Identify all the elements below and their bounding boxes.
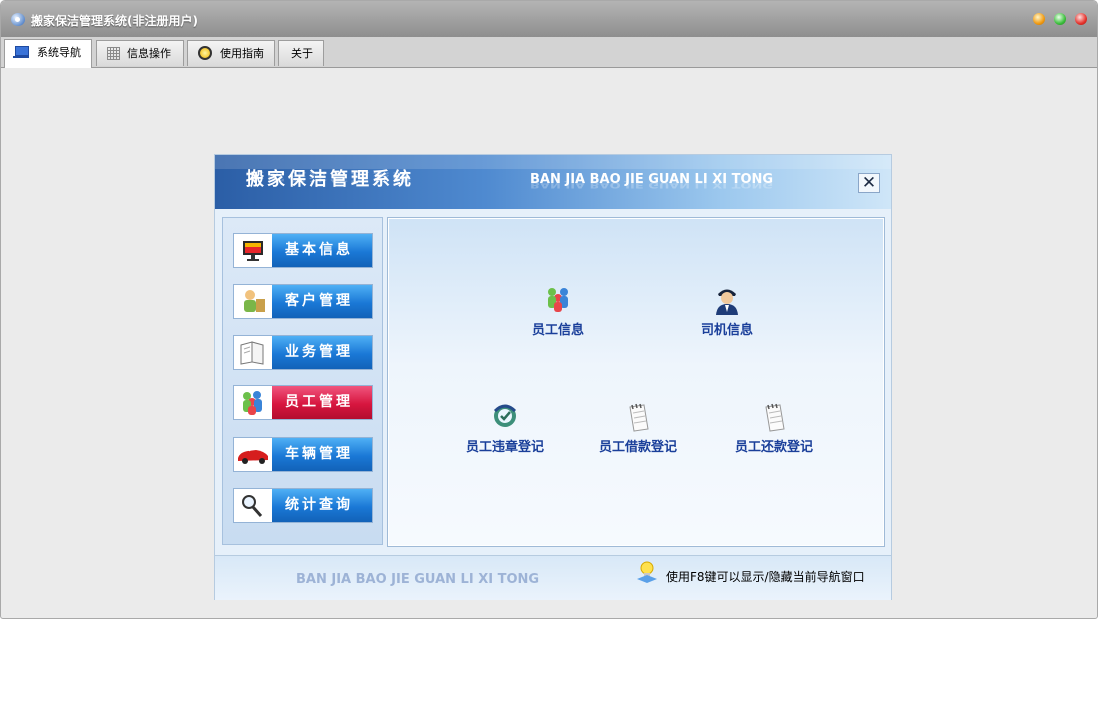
lightbulb-icon [636,560,658,584]
nav-item-staff-violation[interactable]: 员工违章登记 [450,401,560,455]
window-title: 搬家保洁管理系统(非注册用户) [31,14,198,28]
sidebar-item-vehicle[interactable]: 车辆管理 [233,437,373,472]
nav-pinyin-reflection: BAN JIA BAO JIE GUAN LI XI TONG [530,180,774,189]
navigation-window: 搬家保洁管理系统 搬家保洁管理系统 BAN JIA BAO JIE GUAN L… [214,154,892,600]
maximize-button[interactable] [1054,13,1066,25]
sidebar-item-label: 业务管理 [272,336,372,369]
monitor-icon [234,234,272,267]
sidebar-item-label: 车辆管理 [272,438,372,471]
nav-item-label: 员工借款登记 [598,440,677,455]
f8-tip-text: 使用F8键可以显示/隐藏当前导航窗口 [666,570,865,584]
staff-group-icon [542,284,574,316]
tab-bar: 系统导航 信息操作 使用指南 关于 [1,37,1097,68]
car-icon [234,438,272,471]
notepad-icon [622,401,654,433]
nav-sidebar: 基本信息 客户管理 业务管理 员工管理 车辆管理 统计查询 [222,217,383,545]
sidebar-item-statistics[interactable]: 统计查询 [233,488,373,523]
monitor-icon [13,46,29,58]
nav-content-panel: 员工信息 司机信息 员工违章登记 员工借款登记 员工还款登记 [387,217,885,547]
book-icon [234,336,272,369]
nav-close-button[interactable]: ✕ [858,173,880,193]
customer-icon [234,285,272,318]
tab-about[interactable]: 关于 [278,40,324,66]
close-window-button[interactable] [1075,13,1087,25]
sidebar-item-staff[interactable]: 员工管理 [233,385,373,420]
nav-item-staff-loan[interactable]: 员工借款登记 [583,401,693,455]
grid-icon [107,47,120,60]
tab-label: 信息操作 [127,47,171,60]
nav-footer: BAN JIA BAO JIE GUAN LI XI TONG 使用F8键可以显… [215,555,891,600]
nav-item-label: 员工信息 [531,323,584,338]
tab-label: 使用指南 [220,47,264,60]
nav-item-label: 员工还款登记 [734,440,813,455]
nav-title-reflection: 搬家保洁管理系统 [246,170,414,183]
magnifier-icon [234,489,272,522]
driver-icon [711,284,743,316]
nav-item-label: 员工违章登记 [465,440,544,455]
sidebar-item-basic-info[interactable]: 基本信息 [233,233,373,268]
tab-info-ops[interactable]: 信息操作 [96,40,184,66]
title-bar[interactable]: 搬家保洁管理系统(非注册用户) [1,1,1097,37]
sidebar-item-label: 员工管理 [272,386,372,419]
sidebar-item-label: 基本信息 [272,234,372,267]
sidebar-item-label: 客户管理 [272,285,372,318]
tab-user-guide[interactable]: 使用指南 [187,40,275,66]
guide-icon [198,46,212,60]
minimize-button[interactable] [1033,13,1045,25]
staff-icon [234,386,272,419]
nav-item-driver-info[interactable]: 司机信息 [683,284,771,338]
sidebar-item-label: 统计查询 [272,489,372,522]
app-logo-icon [11,13,25,26]
tab-label: 关于 [291,47,313,60]
nav-item-label: 司机信息 [700,323,753,338]
notepad-icon [758,401,790,433]
sidebar-item-customer[interactable]: 客户管理 [233,284,373,319]
footer-pinyin: BAN JIA BAO JIE GUAN LI XI TONG [296,572,540,587]
nav-item-staff-repayment[interactable]: 员工还款登记 [719,401,829,455]
sidebar-item-business[interactable]: 业务管理 [233,335,373,370]
nav-item-staff-info[interactable]: 员工信息 [514,284,602,338]
violation-icon [489,401,521,433]
tab-label: 系统导航 [37,46,81,59]
nav-header: 搬家保洁管理系统 搬家保洁管理系统 BAN JIA BAO JIE GUAN L… [215,155,891,209]
tab-system-nav[interactable]: 系统导航 [4,39,92,68]
